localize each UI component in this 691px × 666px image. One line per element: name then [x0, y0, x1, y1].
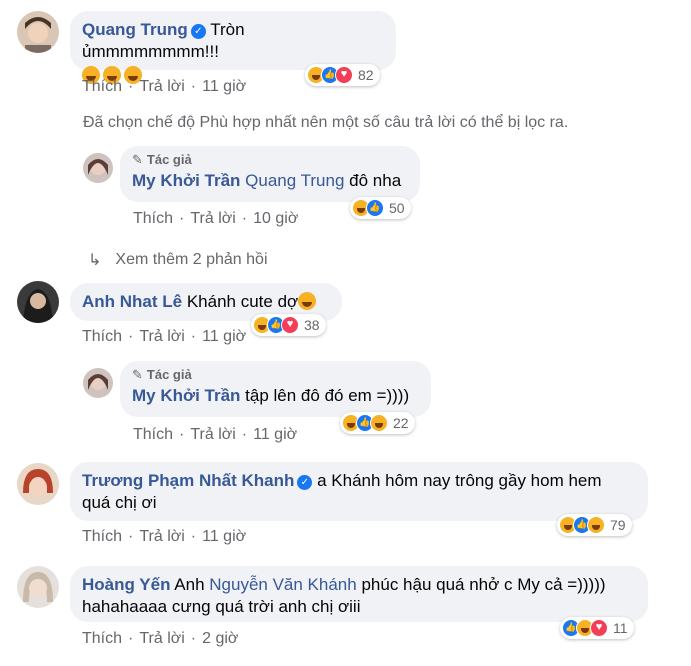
- timestamp[interactable]: 11 giờ: [202, 328, 246, 346]
- care-reaction-icon: [370, 414, 388, 432]
- comment-text-line2: quá chị ơi: [82, 493, 157, 512]
- reply-link[interactable]: Trả lời: [190, 426, 235, 444]
- mention-link[interactable]: Quang Trung: [245, 171, 344, 190]
- comment-bubble: Quang Trung ✓ Tròn ủmmmmmmmm!!!: [70, 11, 396, 84]
- comment-bubble: ✎ Tác giả My Khởi Trần Quang Trung đô nha: [120, 146, 420, 202]
- view-more-replies[interactable]: ↳ Xem thêm 2 phản hồi: [88, 250, 268, 270]
- pen-icon: ✎: [132, 152, 143, 167]
- commenter-name[interactable]: Trương Phạm Nhất Khanh: [82, 471, 294, 490]
- reply-link[interactable]: Trả lời: [190, 210, 235, 228]
- timestamp[interactable]: 2 giờ: [202, 630, 238, 648]
- commenter-name[interactable]: Hoàng Yến: [82, 575, 170, 594]
- comment-text: tập lên đô đó em =)))): [245, 386, 410, 405]
- comment-actions: Thích · Trả lời · 11 giờ: [82, 328, 247, 346]
- avatar[interactable]: [83, 153, 113, 183]
- love-reaction-icon: [335, 66, 353, 84]
- avatar[interactable]: [17, 463, 59, 505]
- avatar[interactable]: [17, 566, 59, 608]
- author-badge: ✎ Tác giả: [132, 152, 192, 167]
- comment-bubble: Trương Phạm Nhất Khanh ✓ a Khánh hôm nay …: [70, 462, 648, 521]
- like-link[interactable]: Thích: [82, 78, 122, 96]
- commenter-name[interactable]: Quang Trung: [82, 20, 188, 39]
- commenter-name[interactable]: Anh Nhat Lê: [82, 292, 182, 311]
- timestamp[interactable]: 11 giờ: [202, 78, 246, 96]
- timestamp[interactable]: 10 giờ: [253, 210, 298, 228]
- comment-text: Khánh cute dợ: [186, 292, 299, 311]
- reaction-count: 11: [613, 620, 628, 636]
- comment-text: phúc hậu quá nhở c My cả =))))): [361, 575, 606, 594]
- reaction-summary[interactable]: 38: [251, 314, 326, 336]
- verified-badge-icon: ✓: [297, 475, 313, 490]
- reply-link[interactable]: Trả lời: [139, 78, 184, 96]
- comment-actions: Thích · Trả lời · 11 giờ: [82, 78, 247, 96]
- timestamp[interactable]: 11 giờ: [253, 426, 297, 444]
- reaction-summary[interactable]: 22: [340, 412, 415, 434]
- reply-link[interactable]: Trả lời: [139, 630, 184, 648]
- commenter-name[interactable]: My Khởi Trần: [132, 171, 240, 190]
- like-link[interactable]: Thích: [82, 328, 122, 346]
- timestamp[interactable]: 11 giờ: [202, 528, 246, 546]
- comment-bubble: Hoàng Yến Anh Nguyễn Văn Khánh phúc hậu …: [70, 566, 648, 622]
- comment-text: đô nha: [349, 171, 402, 190]
- reaction-summary[interactable]: 11: [560, 617, 634, 639]
- comment-actions: Thích · Trả lời · 10 giờ: [133, 210, 299, 228]
- comment-text: a Khánh hôm nay trông gầy hom hem: [317, 471, 602, 490]
- reaction-count: 50: [389, 200, 405, 216]
- reaction-count: 79: [610, 517, 626, 533]
- comment-text-prefix: Anh: [174, 575, 205, 594]
- tongue-emoji-icon: [298, 292, 317, 310]
- care-reaction-icon: [587, 516, 605, 534]
- reply-link[interactable]: Trả lời: [139, 528, 184, 546]
- reaction-count: 38: [304, 317, 320, 333]
- reply-arrow-icon: ↳: [88, 252, 102, 269]
- reply-link[interactable]: Trả lời: [139, 328, 184, 346]
- like-link[interactable]: Thích: [133, 426, 173, 444]
- avatar[interactable]: [83, 368, 113, 398]
- author-badge: ✎ Tác giả: [132, 367, 192, 382]
- love-reaction-icon: [281, 316, 299, 334]
- reaction-summary[interactable]: 50: [350, 197, 411, 219]
- mention-link[interactable]: Nguyễn Văn Khánh: [209, 575, 356, 594]
- like-link[interactable]: Thích: [82, 630, 122, 648]
- reaction-summary[interactable]: 82: [305, 64, 380, 86]
- pen-icon: ✎: [132, 367, 143, 382]
- love-reaction-icon: [590, 619, 608, 637]
- comment-actions: Thích · Trả lời · 11 giờ: [133, 426, 298, 444]
- filter-note: Đã chọn chế độ Phù hợp nhất nên một số c…: [83, 114, 569, 131]
- reaction-count: 22: [393, 415, 409, 431]
- like-link[interactable]: Thích: [82, 528, 122, 546]
- avatar[interactable]: [17, 11, 59, 53]
- comment-bubble: ✎ Tác giả My Khởi Trần tập lên đô đó em =…: [120, 361, 431, 417]
- avatar[interactable]: [17, 281, 59, 323]
- commenter-name[interactable]: My Khởi Trần: [132, 386, 240, 405]
- comment-text-line2: hahahaaaa cưng quá trời anh chị ơiii: [82, 597, 361, 616]
- verified-badge-icon: ✓: [190, 24, 206, 39]
- reaction-summary[interactable]: 79: [557, 514, 632, 536]
- like-reaction-icon: [366, 199, 384, 217]
- comment-actions: Thích · Trả lời · 11 giờ: [82, 528, 247, 546]
- reaction-count: 82: [358, 67, 374, 83]
- comment-actions: Thích · Trả lời · 2 giờ: [82, 630, 239, 648]
- like-link[interactable]: Thích: [133, 210, 173, 228]
